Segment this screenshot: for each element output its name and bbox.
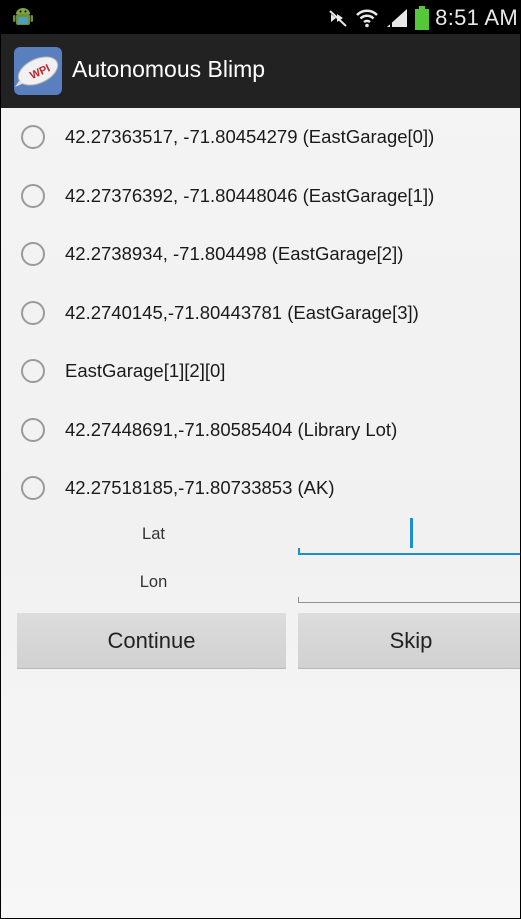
location-option[interactable]: 42.2738934, -71.804498 (EastGarage[2])	[1, 225, 520, 284]
radio-button-icon[interactable]	[21, 300, 45, 325]
android-robot-icon	[13, 8, 33, 25]
radio-button-icon[interactable]	[21, 242, 45, 267]
location-radio-group: 42.27363517, -71.80454279 (EastGarage[0]…	[1, 108, 520, 518]
blimp-app-icon[interactable]: WPI	[14, 47, 62, 95]
wifi-icon	[356, 9, 379, 27]
location-label: 42.2740145,-71.80443781 (EastGarage[3])	[65, 301, 419, 323]
continue-button[interactable]: Continue	[17, 613, 286, 669]
lat-input[interactable]	[298, 511, 520, 555]
lon-row: Lon	[1, 559, 520, 607]
status-time: 8:51 AM	[435, 4, 518, 30]
location-option[interactable]: 42.27448691,-71.80585404 (Library Lot)	[1, 401, 520, 460]
skip-button[interactable]: Skip	[298, 613, 520, 669]
location-option[interactable]: 42.2740145,-71.80443781 (EastGarage[3])	[1, 284, 520, 343]
lon-input[interactable]	[298, 559, 520, 603]
lat-input-edge	[298, 548, 300, 555]
lon-label: Lon	[139, 573, 168, 591]
status-bar: 8:51 AM	[1, 1, 520, 34]
lat-row: Lat	[1, 511, 520, 559]
radio-button-icon[interactable]	[21, 125, 45, 150]
location-option[interactable]: EastGarage[1][2][0]	[1, 342, 520, 401]
lon-input-underline	[298, 602, 520, 603]
location-option[interactable]: 42.27376392, -71.80448046 (EastGarage[1]…	[1, 167, 520, 226]
lon-input-edge	[298, 597, 299, 603]
location-label: 42.27363517, -71.80454279 (EastGarage[0]…	[65, 126, 435, 148]
location-label: 42.2738934, -71.804498 (EastGarage[2])	[65, 243, 404, 265]
radio-button-icon[interactable]	[21, 417, 45, 442]
signal-icon	[387, 8, 408, 27]
text-cursor	[410, 518, 413, 548]
lat-input-underline	[298, 553, 520, 555]
app-screen: 8:51 AM WPI Autonomous Blimp 42.27363517…	[0, 0, 521, 919]
radio-button-icon[interactable]	[21, 476, 45, 501]
mute-icon	[329, 9, 347, 27]
location-label: 42.27518185,-71.80733853 (AK)	[65, 477, 335, 499]
app-title: Autonomous Blimp	[72, 56, 266, 82]
location-option[interactable]: 42.27518185,-71.80733853 (AK)	[1, 459, 520, 518]
action-bar: WPI Autonomous Blimp	[1, 34, 520, 108]
battery-icon	[415, 5, 430, 30]
location-label: 42.27448691,-71.80585404 (Library Lot)	[65, 418, 398, 440]
location-label: 42.27376392, -71.80448046 (EastGarage[1]…	[65, 184, 435, 206]
location-option[interactable]: 42.27363517, -71.80454279 (EastGarage[0]…	[1, 108, 520, 167]
radio-button-icon[interactable]	[21, 359, 45, 384]
radio-button-icon[interactable]	[21, 183, 45, 208]
location-label: EastGarage[1][2][0]	[65, 360, 226, 382]
lat-label: Lat	[142, 525, 165, 543]
